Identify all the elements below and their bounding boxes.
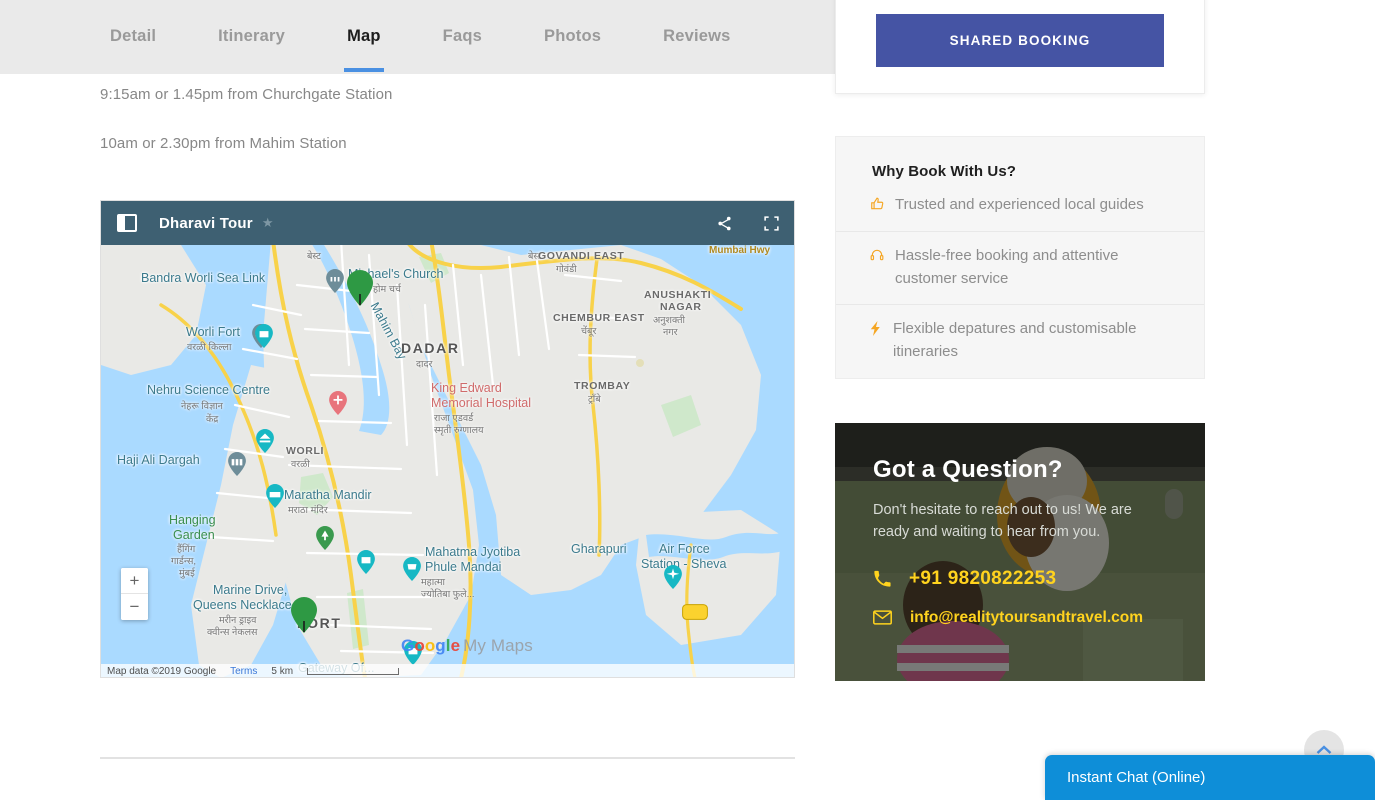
why-item-label: Trusted and experienced local guides (895, 196, 1144, 213)
map-terms-link[interactable]: Terms (230, 666, 257, 677)
main-content: 9:15am or 1.45pm from Churchgate Station… (100, 74, 796, 153)
map-data-attribution: Map data ©2019 Google (107, 665, 217, 677)
why-item-flexible: Flexible depatures and customisable itin… (836, 304, 1204, 378)
why-book-list: Trusted and experienced local guides Has… (836, 194, 1204, 378)
tab-map[interactable]: Map (344, 0, 384, 72)
phone-row[interactable]: +91 9820822253 (873, 568, 1167, 590)
map-scale-bar (307, 667, 400, 675)
map-embed-card: Dharavi Tour ★ बेस्ट बेस्ट GOVANDI EAST … (100, 200, 795, 678)
schedule-line-1: 9:15am or 1.45pm from Churchgate Station (100, 86, 393, 103)
why-item-label: Hassle-free booking and attentive custom… (895, 246, 1119, 287)
chevron-up-icon (1316, 745, 1332, 754)
phone-icon (873, 570, 891, 588)
phone-number[interactable]: +91 9820822253 (909, 568, 1056, 590)
tab-itinerary[interactable]: Itinerary (218, 0, 285, 46)
schedule-line-2: 10am or 2.30pm from Mahim Station (100, 135, 347, 152)
fullscreen-icon[interactable] (763, 215, 780, 232)
question-card-content: Got a Question? Don't hesitate to reach … (835, 423, 1205, 627)
share-icon[interactable] (716, 215, 733, 232)
why-item-service: Hassle-free booking and attentive custom… (836, 230, 1204, 305)
sidebar-toggle-icon[interactable] (117, 214, 137, 232)
got-a-question-card: Got a Question? Don't hesitate to reach … (835, 422, 1205, 681)
map-title: Dharavi Tour (159, 214, 253, 232)
map-scale-label: 5 km (271, 665, 294, 677)
bolt-icon (870, 321, 882, 337)
map-attribution-bar: Map data ©2019 Google Terms 5 km (101, 664, 794, 677)
star-icon[interactable]: ★ (262, 215, 274, 231)
why-book-title: Why Book With Us? (872, 163, 1017, 180)
tab-photos[interactable]: Photos (544, 0, 601, 46)
zoom-out-button[interactable]: − (121, 594, 148, 620)
map-zoom-controls[interactable]: + − (121, 568, 148, 620)
booking-card: PRIVATE BOOKING SHARED BOOKING (835, 0, 1205, 94)
zoom-in-button[interactable]: + (121, 568, 148, 594)
why-book-card: Why Book With Us? Trusted and experience… (835, 136, 1205, 379)
headset-icon (870, 248, 884, 262)
tab-faqs[interactable]: Faqs (443, 0, 482, 46)
map-canvas (101, 245, 794, 677)
tab-reviews[interactable]: Reviews (663, 0, 730, 46)
tour-page: Detail Itinerary Map Faqs Photos Reviews 9:15… (0, 0, 1375, 800)
why-item-label: Flexible depatures and customisable itin… (893, 320, 1137, 361)
shared-booking-button[interactable]: SHARED BOOKING (876, 14, 1164, 67)
sidebar: PRIVATE BOOKING SHARED BOOKING Why Book … (835, 0, 1205, 681)
why-item-guides: Trusted and experienced local guides (836, 194, 1204, 231)
map-viewport[interactable]: बेस्टबेस्टGOVANDI EASTगोवंडीMumbai HwyD … (101, 245, 794, 677)
instant-chat-bar[interactable]: Instant Chat (Online) (1045, 755, 1375, 800)
email-address[interactable]: info@realitytoursandtravel.com (910, 609, 1143, 627)
question-title: Got a Question? (873, 455, 1063, 483)
envelope-icon (873, 610, 892, 626)
question-text: Don't hesitate to reach out to us! We ar… (873, 501, 1132, 541)
thumbs-up-icon (870, 197, 884, 211)
instant-chat-label: Instant Chat (Online) (1067, 769, 1206, 786)
content-divider (100, 757, 795, 759)
map-header: Dharavi Tour ★ (101, 201, 794, 245)
tab-detail[interactable]: Detail (110, 0, 156, 46)
email-row[interactable]: info@realitytoursandtravel.com (873, 609, 1167, 627)
